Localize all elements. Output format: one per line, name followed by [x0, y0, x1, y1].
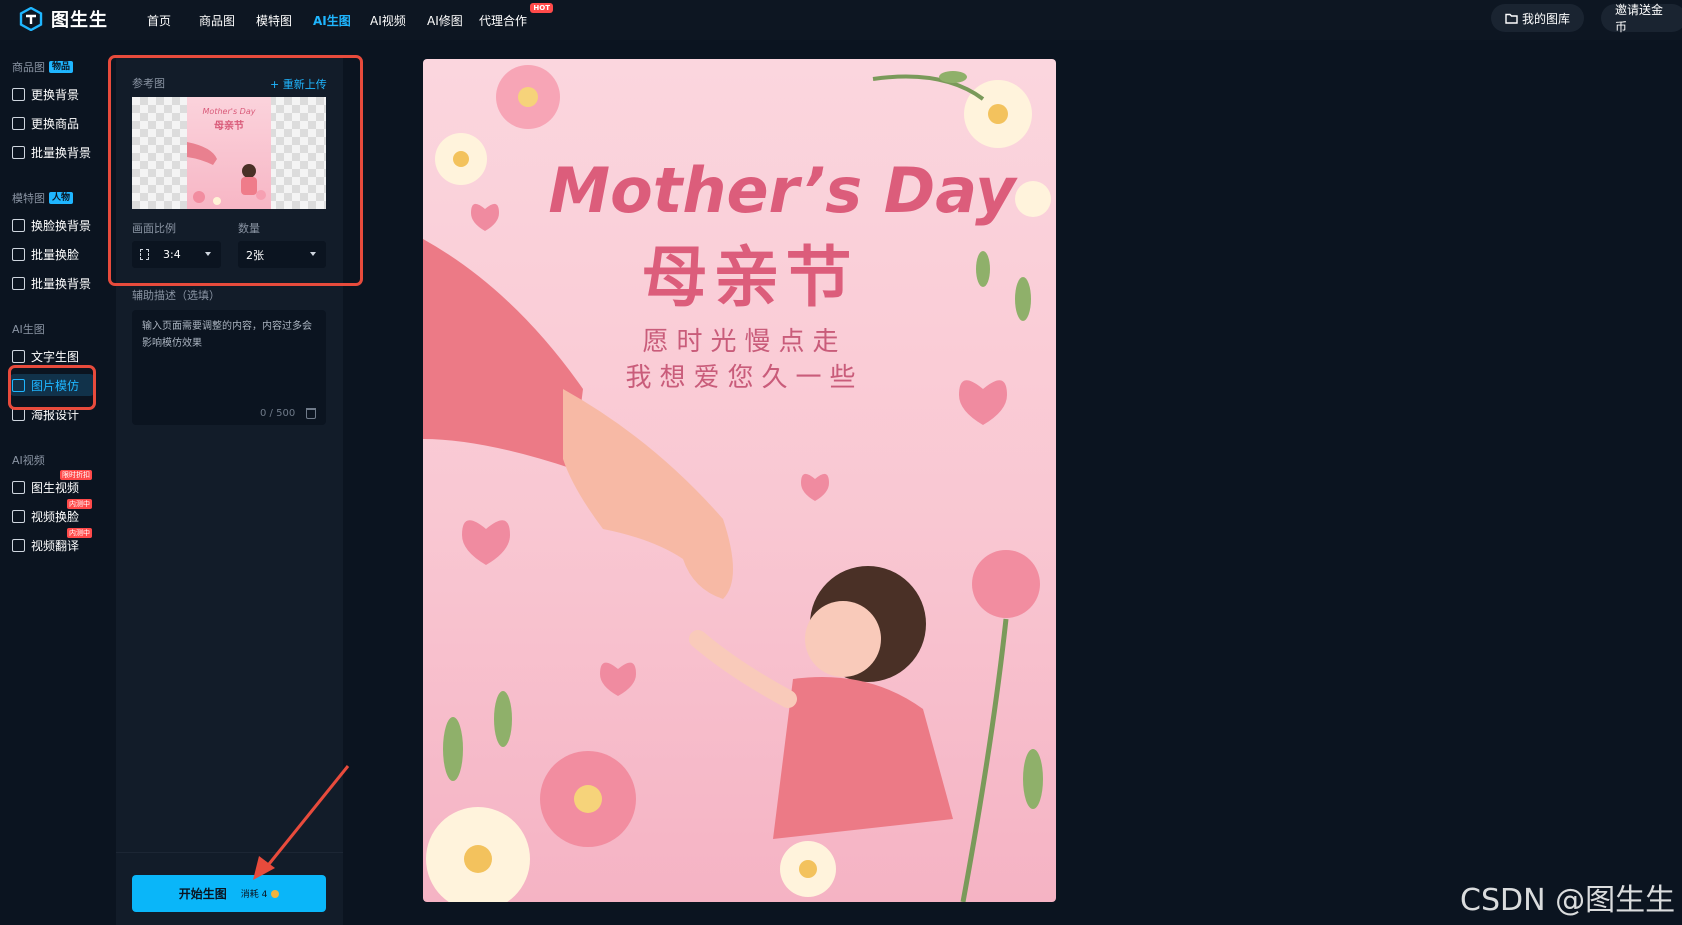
batch-bg-icon: [12, 276, 25, 290]
beta-badge: 内测中: [67, 528, 92, 538]
section-tag-product: 物品: [49, 61, 74, 73]
sidebar-item-video-translate[interactable]: 视频翻译 内测中: [10, 528, 94, 556]
sidebar-item-change-bg[interactable]: 更换背景: [10, 83, 94, 105]
folder-icon: [1505, 13, 1518, 24]
poster-title-en: Mother’s Day: [548, 154, 1016, 227]
description-textarea[interactable]: 输入页面需要调整的内容，内容过多会影响模仿效果: [132, 310, 326, 425]
video-face-icon: [12, 509, 25, 523]
batch-face-icon: [12, 247, 25, 261]
nav-ai-video[interactable]: AI视频: [370, 12, 427, 29]
video-icon: [12, 480, 25, 494]
section-title-ai-image-label: AI生图: [12, 323, 45, 336]
watermark: CSDN @图生生: [1460, 883, 1676, 918]
sidebar-item-batch-bg[interactable]: 批量换背景: [10, 141, 94, 163]
coin-icon: [271, 889, 280, 898]
invite-button[interactable]: 邀请送金币: [1601, 3, 1682, 34]
arrow-annotation-icon: [253, 765, 350, 880]
sidebar-highlight-box: [8, 365, 96, 410]
sidebar-item-label: 批量换背景: [31, 276, 92, 291]
section-title-model-label: 模特图: [12, 192, 45, 205]
text-image-icon: [12, 349, 25, 363]
sidebar-item-text-to-image[interactable]: 文字生图: [10, 345, 94, 367]
sidebar-item-image-to-video[interactable]: 图生视频 限时折扣: [10, 470, 94, 498]
trash-icon[interactable]: [306, 408, 316, 419]
my-gallery-label: 我的图库: [1522, 11, 1571, 26]
sidebar-item-video-faceswap[interactable]: 视频换脸 内测中: [10, 499, 94, 527]
section-title-ai-video: AI视频: [12, 452, 45, 468]
sidebar-item-label: 更换商品: [31, 116, 80, 131]
nav-agency-label: 代理合作: [479, 13, 528, 28]
sidebar-item-label: 文字生图: [31, 349, 80, 364]
image-bg-icon: [12, 87, 25, 101]
logo-icon: [19, 7, 43, 31]
face-swap-icon: [12, 218, 25, 232]
sidebar-item-label: 图生视频: [31, 480, 80, 495]
nav-model[interactable]: 模特图: [256, 12, 313, 29]
section-title-model: 模特图 人物: [12, 190, 74, 206]
translate-icon: [12, 538, 25, 552]
swap-product-icon: [12, 116, 25, 130]
section-title-product-label: 商品图: [12, 61, 45, 74]
nav-ai-image[interactable]: AI生图: [313, 12, 370, 29]
main-nav: 首页 商品图 模特图 AI生图 AI视频 AI修图 代理合作 HOT: [147, 0, 553, 40]
nav-home[interactable]: 首页: [147, 12, 199, 29]
cost-label: 消耗 4: [240, 890, 268, 900]
sidebar-item-label: 视频换脸: [31, 509, 80, 524]
sidebar-item-faceswap-bg[interactable]: 换脸换背景: [10, 214, 94, 236]
sidebar-item-label: 批量换脸: [31, 247, 80, 262]
nav-agency[interactable]: 代理合作 HOT: [479, 2, 553, 29]
sidebar-item-label: 换脸换背景: [31, 218, 92, 233]
section-title-ai-video-label: AI视频: [12, 454, 45, 467]
settings-highlight-box: [108, 55, 363, 286]
section-title-product: 商品图 物品: [12, 59, 74, 75]
start-label: 开始生图: [178, 887, 227, 901]
top-bar: 图生生 首页 商品图 模特图 AI生图 AI视频 AI修图 代理合作 HOT 我…: [0, 0, 1682, 40]
batch-bg-icon: [12, 145, 25, 159]
invite-label: 邀请送金币: [1615, 3, 1664, 34]
nav-ai-retouch[interactable]: AI修图: [427, 12, 479, 29]
sidebar-item-label: 更换背景: [31, 87, 80, 102]
section-tag-model: 人物: [49, 192, 74, 204]
sidebar-item-label: 批量换背景: [31, 145, 92, 160]
sidebar-item-batch-bg-model[interactable]: 批量换背景: [10, 272, 94, 294]
poster-line-2: 我想爱您久一些: [625, 363, 864, 393]
desc-label: 辅助描述（选填）: [132, 289, 220, 302]
char-count: 0 / 500: [260, 408, 296, 419]
poster-title-cn: 母亲节: [641, 239, 858, 316]
beta-badge: 内测中: [67, 499, 92, 509]
generated-poster[interactable]: Mother’s Day 母亲节 愿时光慢点走 我想爱您久一些: [423, 59, 1056, 902]
app-name: 图生生: [51, 10, 108, 31]
sidebar-item-batch-faceswap[interactable]: 批量换脸: [10, 243, 94, 265]
sidebar-item-label: 视频翻译: [31, 538, 80, 553]
nav-product[interactable]: 商品图: [199, 12, 256, 29]
discount-badge: 限时折扣: [60, 470, 92, 480]
poster-line-1: 愿时光慢点走: [642, 327, 847, 357]
my-gallery-button[interactable]: 我的图库: [1491, 4, 1585, 32]
section-title-ai-image: AI生图: [12, 321, 45, 337]
app-logo[interactable]: 图生生: [19, 6, 108, 32]
hot-badge: HOT: [530, 2, 553, 13]
sidebar-item-change-product[interactable]: 更换商品: [10, 112, 94, 134]
